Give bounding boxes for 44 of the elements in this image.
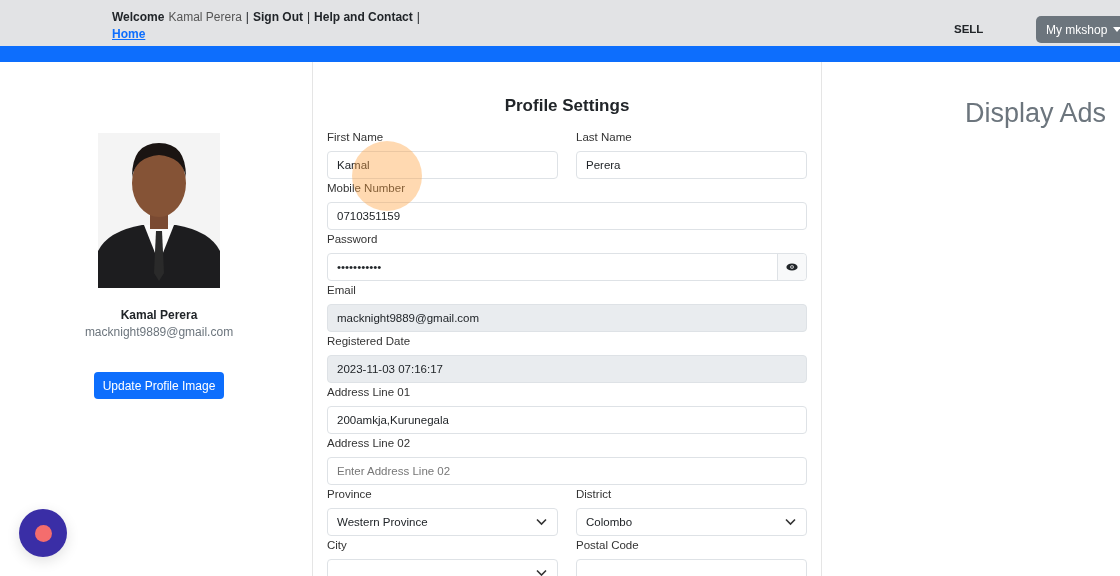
- input-field[interactable]: macknight9889@gmail.com: [327, 304, 807, 332]
- separator-text: |: [306, 9, 311, 26]
- chevron-down-icon: [536, 569, 547, 576]
- chevron-down-icon: [536, 518, 547, 526]
- input-field[interactable]: Enter Address Line 02: [327, 457, 807, 485]
- field-label: Registered Date: [327, 334, 412, 348]
- form-title: Profile Settings: [503, 96, 631, 116]
- field-label: City: [327, 538, 348, 552]
- input-field[interactable]: Perera: [576, 151, 807, 179]
- field-label: Address Line 01: [327, 385, 412, 399]
- eye-icon[interactable]: [777, 254, 806, 280]
- password-field[interactable]: •••••••••••: [327, 253, 807, 281]
- select-field[interactable]: Western Province: [327, 508, 558, 536]
- input-field[interactable]: 200amkja,Kurunegala: [327, 406, 807, 434]
- field-label: Last Name: [576, 130, 633, 144]
- user-name: Kamal Perera: [168, 9, 242, 26]
- update-image-button[interactable]: Update Profile Image: [93, 372, 225, 399]
- field-label: Email: [327, 283, 357, 297]
- field-label: Postal Code: [576, 538, 640, 552]
- field-label: Province: [327, 487, 373, 501]
- profile-email: macknight9889@gmail.com: [84, 325, 234, 339]
- shop-menu-button[interactable]: My mkshop: [1036, 16, 1120, 43]
- ads-title: Display Ads: [964, 98, 1106, 130]
- field-label: Address Line 02: [327, 436, 412, 450]
- field-label: District: [576, 487, 613, 501]
- profile-name: Kamal Perera: [120, 308, 198, 322]
- input-field[interactable]: Kamal: [327, 151, 558, 179]
- input-field[interactable]: 0710351159: [327, 202, 807, 230]
- header-link[interactable]: Sign Out: [252, 9, 303, 26]
- input-field[interactable]: 2023-11-03 07:16:17: [327, 355, 807, 383]
- field-label: First Name: [327, 130, 385, 144]
- caret-icon: [1113, 27, 1120, 32]
- field-label: Password: [327, 232, 379, 246]
- separator-text: |: [416, 9, 420, 26]
- separator-text: |: [245, 9, 249, 26]
- record-button[interactable]: [19, 509, 67, 557]
- home-link[interactable]: Home: [112, 26, 146, 43]
- sell-link[interactable]: SELL: [954, 23, 984, 35]
- record-dot-icon: [34, 524, 52, 542]
- select-field[interactable]: Colombo: [576, 508, 807, 536]
- welcome-text: Welcome: [112, 9, 165, 26]
- field-label: Mobile Number: [327, 181, 406, 195]
- header-link[interactable]: Help and Contact: [314, 9, 413, 26]
- chevron-down-icon: [785, 518, 796, 526]
